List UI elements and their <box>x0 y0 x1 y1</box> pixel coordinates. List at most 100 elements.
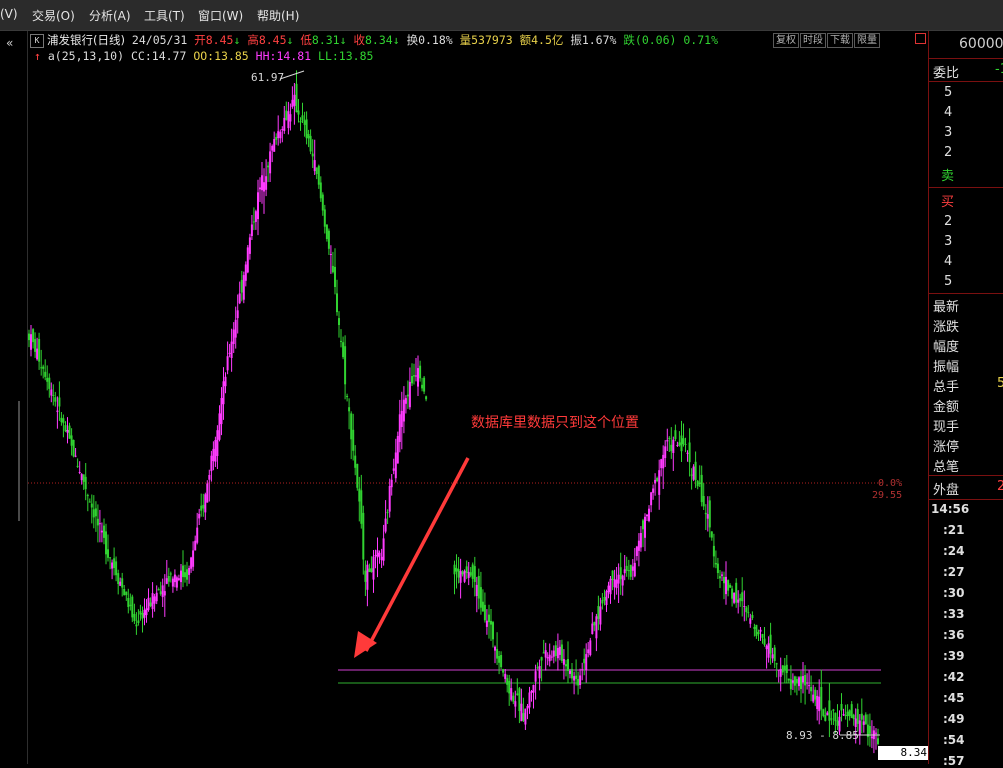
kline-chart[interactable]: K 浦发银行(日线) 24/05/31 开8.45↓ 高8.45↓ 低8.31↓ … <box>28 31 881 764</box>
commission-label: 委比 <box>933 66 960 81</box>
menu-window[interactable]: 窗口(W) <box>198 7 243 24</box>
candle-body <box>686 452 689 454</box>
candle-body <box>761 634 764 638</box>
candle-body <box>850 704 853 718</box>
candle-body <box>60 417 63 423</box>
candle-body <box>267 165 270 168</box>
candle-body <box>550 656 553 658</box>
candle-body <box>421 384 424 389</box>
candle-body <box>392 468 395 471</box>
candle-body <box>218 413 221 440</box>
oo-label: OO: <box>193 49 215 63</box>
candle-body <box>419 365 422 379</box>
candle-body <box>548 654 551 662</box>
candle-body <box>684 444 687 445</box>
candle-body <box>658 470 661 495</box>
candle-body <box>688 442 691 463</box>
candle-body <box>259 187 261 190</box>
change-label: 跌 <box>623 33 635 47</box>
candle-body <box>656 478 659 481</box>
candle-body <box>483 604 486 621</box>
candle-body <box>70 435 73 446</box>
candle-body <box>279 131 282 139</box>
candle-body <box>461 571 464 575</box>
candle-body <box>173 574 176 583</box>
indicator-name[interactable]: a(25,13,10) <box>48 49 124 63</box>
candle-body <box>615 579 618 589</box>
high-arrow-icon: ↓ <box>286 33 294 47</box>
candle-body <box>725 576 727 595</box>
amplitude-value: 1.67% <box>581 33 617 47</box>
candle-body <box>779 668 782 677</box>
stat-latest: 最新 <box>933 300 960 315</box>
candle-body <box>230 341 233 358</box>
candle-body <box>242 275 245 300</box>
candle-body <box>680 435 683 452</box>
collapse-icon[interactable]: « <box>6 36 13 50</box>
candle-body <box>635 546 638 556</box>
pct-top: 0.0% <box>878 478 903 489</box>
kline-icon[interactable]: K <box>30 34 44 48</box>
buy-level-4: 4 <box>944 254 953 269</box>
candle-body <box>423 377 426 392</box>
candle-body <box>536 667 539 669</box>
period-button[interactable]: 时段 <box>800 33 826 48</box>
candle-body <box>712 545 715 557</box>
candle-body <box>571 669 573 679</box>
candle-body <box>530 690 533 693</box>
candle-body <box>860 713 863 720</box>
chart-date: 24/05/31 <box>131 33 188 47</box>
adjust-button[interactable]: 复权 <box>773 33 799 48</box>
candle-body <box>402 399 405 422</box>
indicator-arrow-icon[interactable]: ↑ <box>34 49 41 63</box>
candle-body <box>763 638 766 645</box>
high-label: 高 <box>247 33 259 47</box>
menu-help[interactable]: 帮助(H) <box>257 7 299 24</box>
candle-body <box>674 430 677 440</box>
candle-body <box>196 527 199 543</box>
candle-body <box>125 591 128 596</box>
candle-body <box>767 643 770 658</box>
left-scrollbar[interactable] <box>18 401 20 521</box>
candle-body <box>820 687 823 710</box>
candle-body <box>453 564 456 575</box>
menu-trade[interactable]: 交易(O) <box>32 7 75 24</box>
candle-body <box>111 562 114 569</box>
candle-body <box>224 376 227 387</box>
candle-body <box>400 410 403 427</box>
candle-body <box>595 616 598 639</box>
candle-body <box>50 389 53 396</box>
buy-level-1: 买 <box>941 195 955 210</box>
candle-body <box>74 455 77 457</box>
divider <box>929 81 1003 82</box>
candle-body <box>184 572 186 578</box>
candle-body <box>601 599 604 604</box>
candle-body <box>605 591 608 605</box>
stat-pct: 幅度 <box>933 340 960 355</box>
candle-body <box>457 569 460 578</box>
download-button[interactable]: 下载 <box>827 33 853 48</box>
candle-body <box>161 585 164 598</box>
candle-body <box>307 134 310 139</box>
outer-value: 2 <box>997 479 1003 494</box>
candle-body <box>646 514 648 517</box>
open-label: 开 <box>194 33 206 47</box>
candle-body <box>593 622 596 626</box>
candle-body <box>562 659 565 665</box>
candle-body <box>700 474 703 503</box>
candle-body <box>496 649 499 659</box>
tick-time: :27 <box>943 565 965 579</box>
menu-view[interactable]: (V) <box>0 7 18 21</box>
menu-tools[interactable]: 工具(T) <box>144 7 185 24</box>
menu-analysis[interactable]: 分析(A) <box>89 7 131 24</box>
candle-body <box>818 696 821 712</box>
candle-body <box>567 659 569 671</box>
limit-button[interactable]: 限量 <box>854 33 880 48</box>
candle-body <box>565 664 567 667</box>
candle-body <box>702 496 705 507</box>
volume-value: 537973 <box>471 33 513 47</box>
candle-body <box>202 504 205 509</box>
candle-body <box>331 265 334 273</box>
outer-label: 外盘 <box>933 483 960 498</box>
panel-toggle-icon[interactable] <box>915 33 926 44</box>
